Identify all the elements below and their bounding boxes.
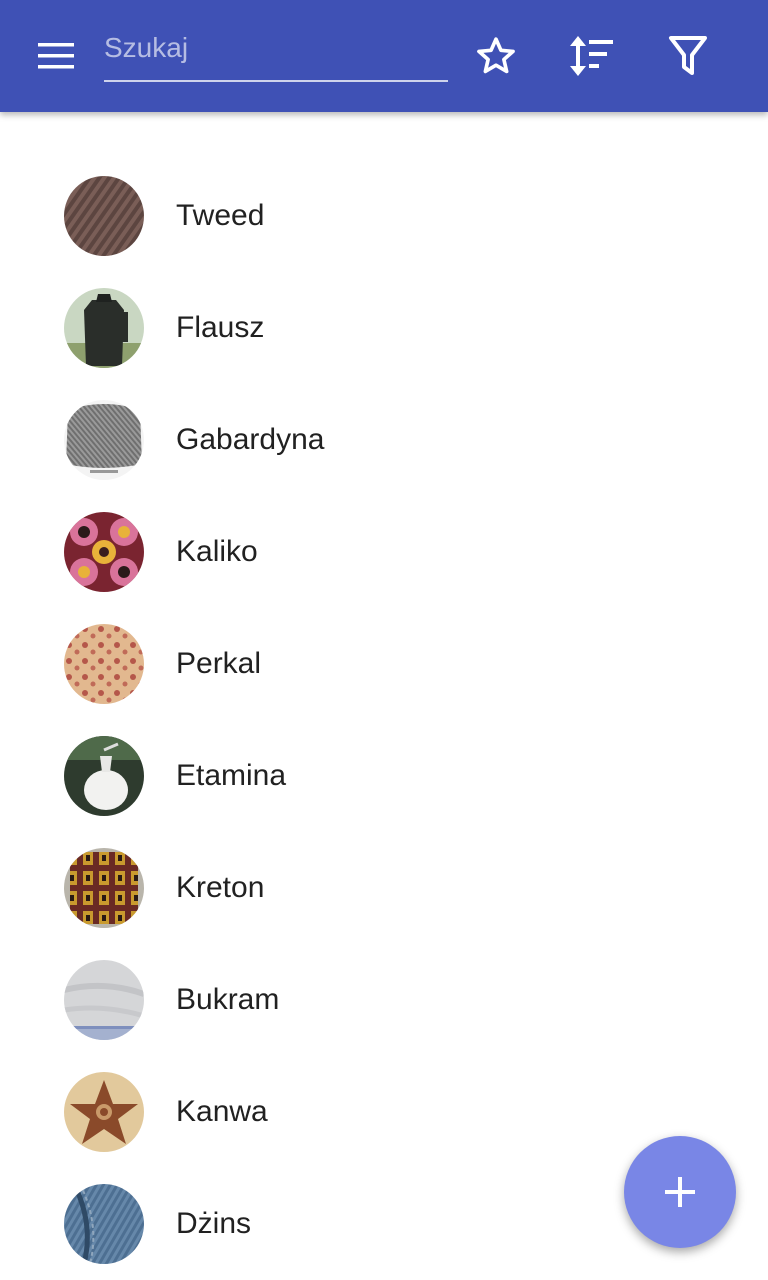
item-label: Flausz: [176, 311, 265, 344]
search-field: [104, 22, 448, 82]
item-label: Bukram: [176, 983, 280, 1016]
item-label: Tweed: [176, 199, 265, 232]
avatar: [64, 176, 144, 256]
item-label: Gabardyna: [176, 423, 325, 456]
menu-icon: [38, 43, 74, 69]
item-label: Perkal: [176, 647, 262, 680]
add-fabric-button[interactable]: [624, 1136, 736, 1248]
item-label: Etamina: [176, 759, 287, 792]
fabric-list: Tweed Flausz Gabardyna Kaliko Perkal Eta…: [0, 160, 768, 1280]
item-label: Kreton: [176, 871, 265, 904]
list-item[interactable]: Tweed: [0, 160, 768, 272]
avatar: [64, 1072, 144, 1152]
list-item[interactable]: Bukram: [0, 944, 768, 1056]
sort-icon: [570, 36, 613, 76]
filter-icon: [669, 36, 707, 75]
item-label: Kanwa: [176, 1095, 268, 1128]
menu-button[interactable]: [28, 28, 84, 84]
list-item[interactable]: Kreton: [0, 832, 768, 944]
list-item[interactable]: Etamina: [0, 720, 768, 832]
item-label: Dżins: [176, 1207, 252, 1240]
plus-icon: [665, 1177, 695, 1207]
star-outline-icon: [477, 37, 515, 74]
filter-button[interactable]: [660, 28, 716, 84]
search-input[interactable]: [104, 28, 448, 68]
app-bar: [0, 0, 768, 112]
avatar: [64, 736, 144, 816]
avatar: [64, 288, 144, 368]
avatar: [64, 1184, 144, 1264]
sort-button[interactable]: [563, 28, 619, 84]
list-item[interactable]: Flausz: [0, 272, 768, 384]
item-label: Kaliko: [176, 535, 258, 568]
avatar: [64, 960, 144, 1040]
avatar: [64, 400, 144, 480]
avatar: [64, 848, 144, 928]
list-item[interactable]: Kaliko: [0, 496, 768, 608]
list-item[interactable]: Gabardyna: [0, 384, 768, 496]
list-item[interactable]: Perkal: [0, 608, 768, 720]
avatar: [64, 624, 144, 704]
favorites-button[interactable]: [468, 28, 524, 84]
avatar: [64, 512, 144, 592]
